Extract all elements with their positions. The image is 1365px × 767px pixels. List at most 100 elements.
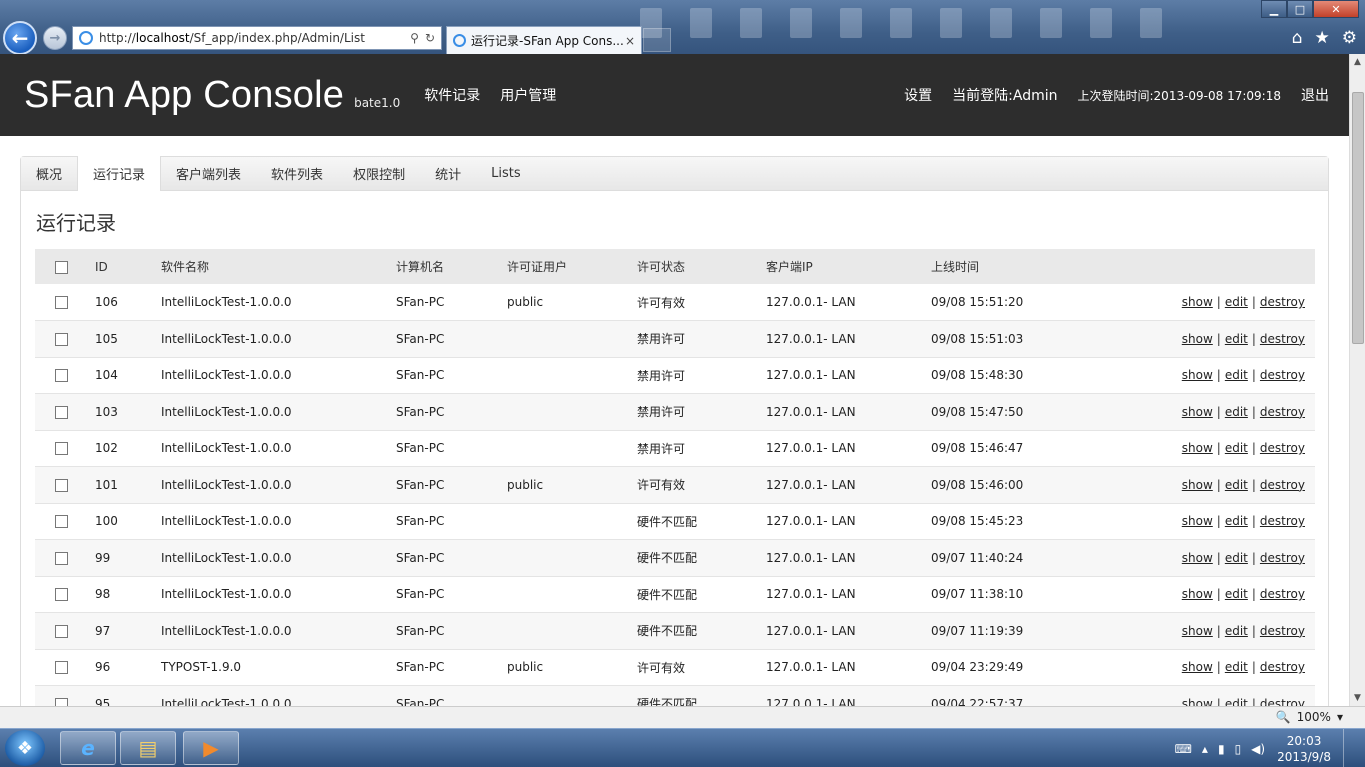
settings-link[interactable]: 设置 [904,85,932,105]
show-hidden-icons-icon[interactable]: ▴ [1202,742,1208,756]
select-all-checkbox[interactable] [55,260,68,274]
tab-close-icon[interactable]: × [625,34,635,48]
destroy-link[interactable]: destroy [1260,405,1305,419]
taskbar-media-player[interactable]: ▶ [183,731,239,765]
show-link[interactable]: show [1182,551,1213,565]
col-software-name[interactable]: 软件名称 [161,249,396,284]
taskbar-explorer[interactable]: ▤ [120,731,176,765]
scrollbar-thumb[interactable] [1352,92,1364,344]
edit-link[interactable]: edit [1225,441,1248,455]
col-computer-name[interactable]: 计算机名 [396,249,507,284]
col-client-ip[interactable]: 客户端IP [766,249,931,284]
edit-link[interactable]: edit [1225,551,1248,565]
row-checkbox[interactable] [55,405,68,419]
tab-lists[interactable]: Lists [476,156,536,190]
destroy-link[interactable]: destroy [1260,587,1305,601]
maximize-button[interactable]: □ [1287,0,1313,18]
gear-icon[interactable]: ⚙ [1342,28,1357,48]
new-tab-button[interactable] [643,28,671,52]
home-icon[interactable]: ⌂ [1292,28,1303,48]
row-checkbox[interactable] [55,515,68,529]
edit-link[interactable]: edit [1225,697,1248,706]
close-window-button[interactable]: ✕ [1313,0,1359,18]
tab-client-list[interactable]: 客户端列表 [161,156,256,190]
show-link[interactable]: show [1182,660,1213,674]
tab-statistics[interactable]: 统计 [420,156,476,190]
destroy-link[interactable]: destroy [1260,478,1305,492]
tab-permissions[interactable]: 权限控制 [338,156,420,190]
search-icon[interactable]: ⚲ [410,31,419,45]
show-link[interactable]: show [1182,368,1213,382]
edit-link[interactable]: edit [1225,332,1248,346]
row-checkbox[interactable] [55,551,68,565]
refresh-icon[interactable]: ↻ [425,31,435,45]
address-url[interactable]: http://localhost/Sf_app/index.php/Admin/… [99,31,410,45]
show-link[interactable]: show [1182,332,1213,346]
show-link[interactable]: show [1182,295,1213,309]
show-desktop-button[interactable] [1343,729,1355,767]
battery-icon[interactable]: ▯ [1235,742,1242,756]
col-license-user[interactable]: 许可证用户 [507,249,637,284]
nav-software-records[interactable]: 软件记录 [424,85,480,105]
minimize-button[interactable]: ▁ [1261,0,1287,18]
row-checkbox[interactable] [55,624,68,638]
forward-button[interactable]: → [43,26,67,50]
show-link[interactable]: show [1182,697,1213,706]
scroll-up-icon[interactable]: ▲ [1350,54,1365,70]
edit-link[interactable]: edit [1225,514,1248,528]
row-checkbox[interactable] [55,478,68,492]
destroy-link[interactable]: destroy [1260,551,1305,565]
edit-link[interactable]: edit [1225,587,1248,601]
destroy-link[interactable]: destroy [1260,660,1305,674]
destroy-link[interactable]: destroy [1260,368,1305,382]
scroll-down-icon[interactable]: ▼ [1350,690,1365,706]
col-online-time[interactable]: 上线时间 [931,249,1131,284]
show-link[interactable]: show [1182,478,1213,492]
row-checkbox[interactable] [55,661,68,675]
destroy-link[interactable]: destroy [1260,295,1305,309]
chevron-down-icon[interactable]: ▾ [1337,710,1343,724]
row-checkbox[interactable] [55,296,68,309]
edit-link[interactable]: edit [1225,660,1248,674]
destroy-link[interactable]: destroy [1260,514,1305,528]
row-checkbox[interactable] [55,588,68,602]
destroy-link[interactable]: destroy [1260,332,1305,346]
tab-overview[interactable]: 概况 [21,156,77,190]
edit-link[interactable]: edit [1225,368,1248,382]
show-link[interactable]: show [1182,587,1213,601]
vertical-scrollbar[interactable]: ▲ ▼ [1349,54,1365,706]
start-button[interactable]: ❖ [5,730,45,766]
show-link[interactable]: show [1182,405,1213,419]
logout-link[interactable]: 退出 [1301,85,1329,105]
edit-link[interactable]: edit [1225,405,1248,419]
destroy-link[interactable]: destroy [1260,697,1305,706]
taskbar-ie[interactable]: e [60,731,116,765]
zoom-control[interactable]: 🔍 100% ▾ [1276,710,1343,724]
destroy-link[interactable]: destroy [1260,624,1305,638]
show-link[interactable]: show [1182,514,1213,528]
back-button[interactable]: ← [3,21,37,55]
edit-link[interactable]: edit [1225,295,1248,309]
row-checkbox[interactable] [55,442,68,456]
address-bar[interactable]: http://localhost/Sf_app/index.php/Admin/… [72,26,442,50]
row-checkbox[interactable] [55,697,68,706]
show-link[interactable]: show [1182,441,1213,455]
col-id[interactable]: ID [95,249,161,284]
edit-link[interactable]: edit [1225,478,1248,492]
volume-icon[interactable]: ◀) [1251,742,1265,756]
tab-software-list[interactable]: 软件列表 [256,156,338,190]
row-checkbox[interactable] [55,369,68,383]
col-license-status[interactable]: 许可状态 [637,249,766,284]
keyboard-icon[interactable]: ⌨ [1175,742,1192,756]
brand-title[interactable]: SFan App Console [24,74,344,117]
nav-user-management[interactable]: 用户管理 [500,85,556,105]
network-signal-icon[interactable]: ▮ [1218,742,1225,756]
taskbar-clock[interactable]: 20:03 2013/9/8 [1277,733,1331,765]
show-link[interactable]: show [1182,624,1213,638]
destroy-link[interactable]: destroy [1260,441,1305,455]
favorites-star-icon[interactable]: ★ [1315,28,1330,48]
tab-run-records[interactable]: 运行记录 [77,156,162,191]
edit-link[interactable]: edit [1225,624,1248,638]
browser-tab-active[interactable]: 运行记录-SFan App Cons... × [446,26,642,54]
row-checkbox[interactable] [55,332,68,346]
